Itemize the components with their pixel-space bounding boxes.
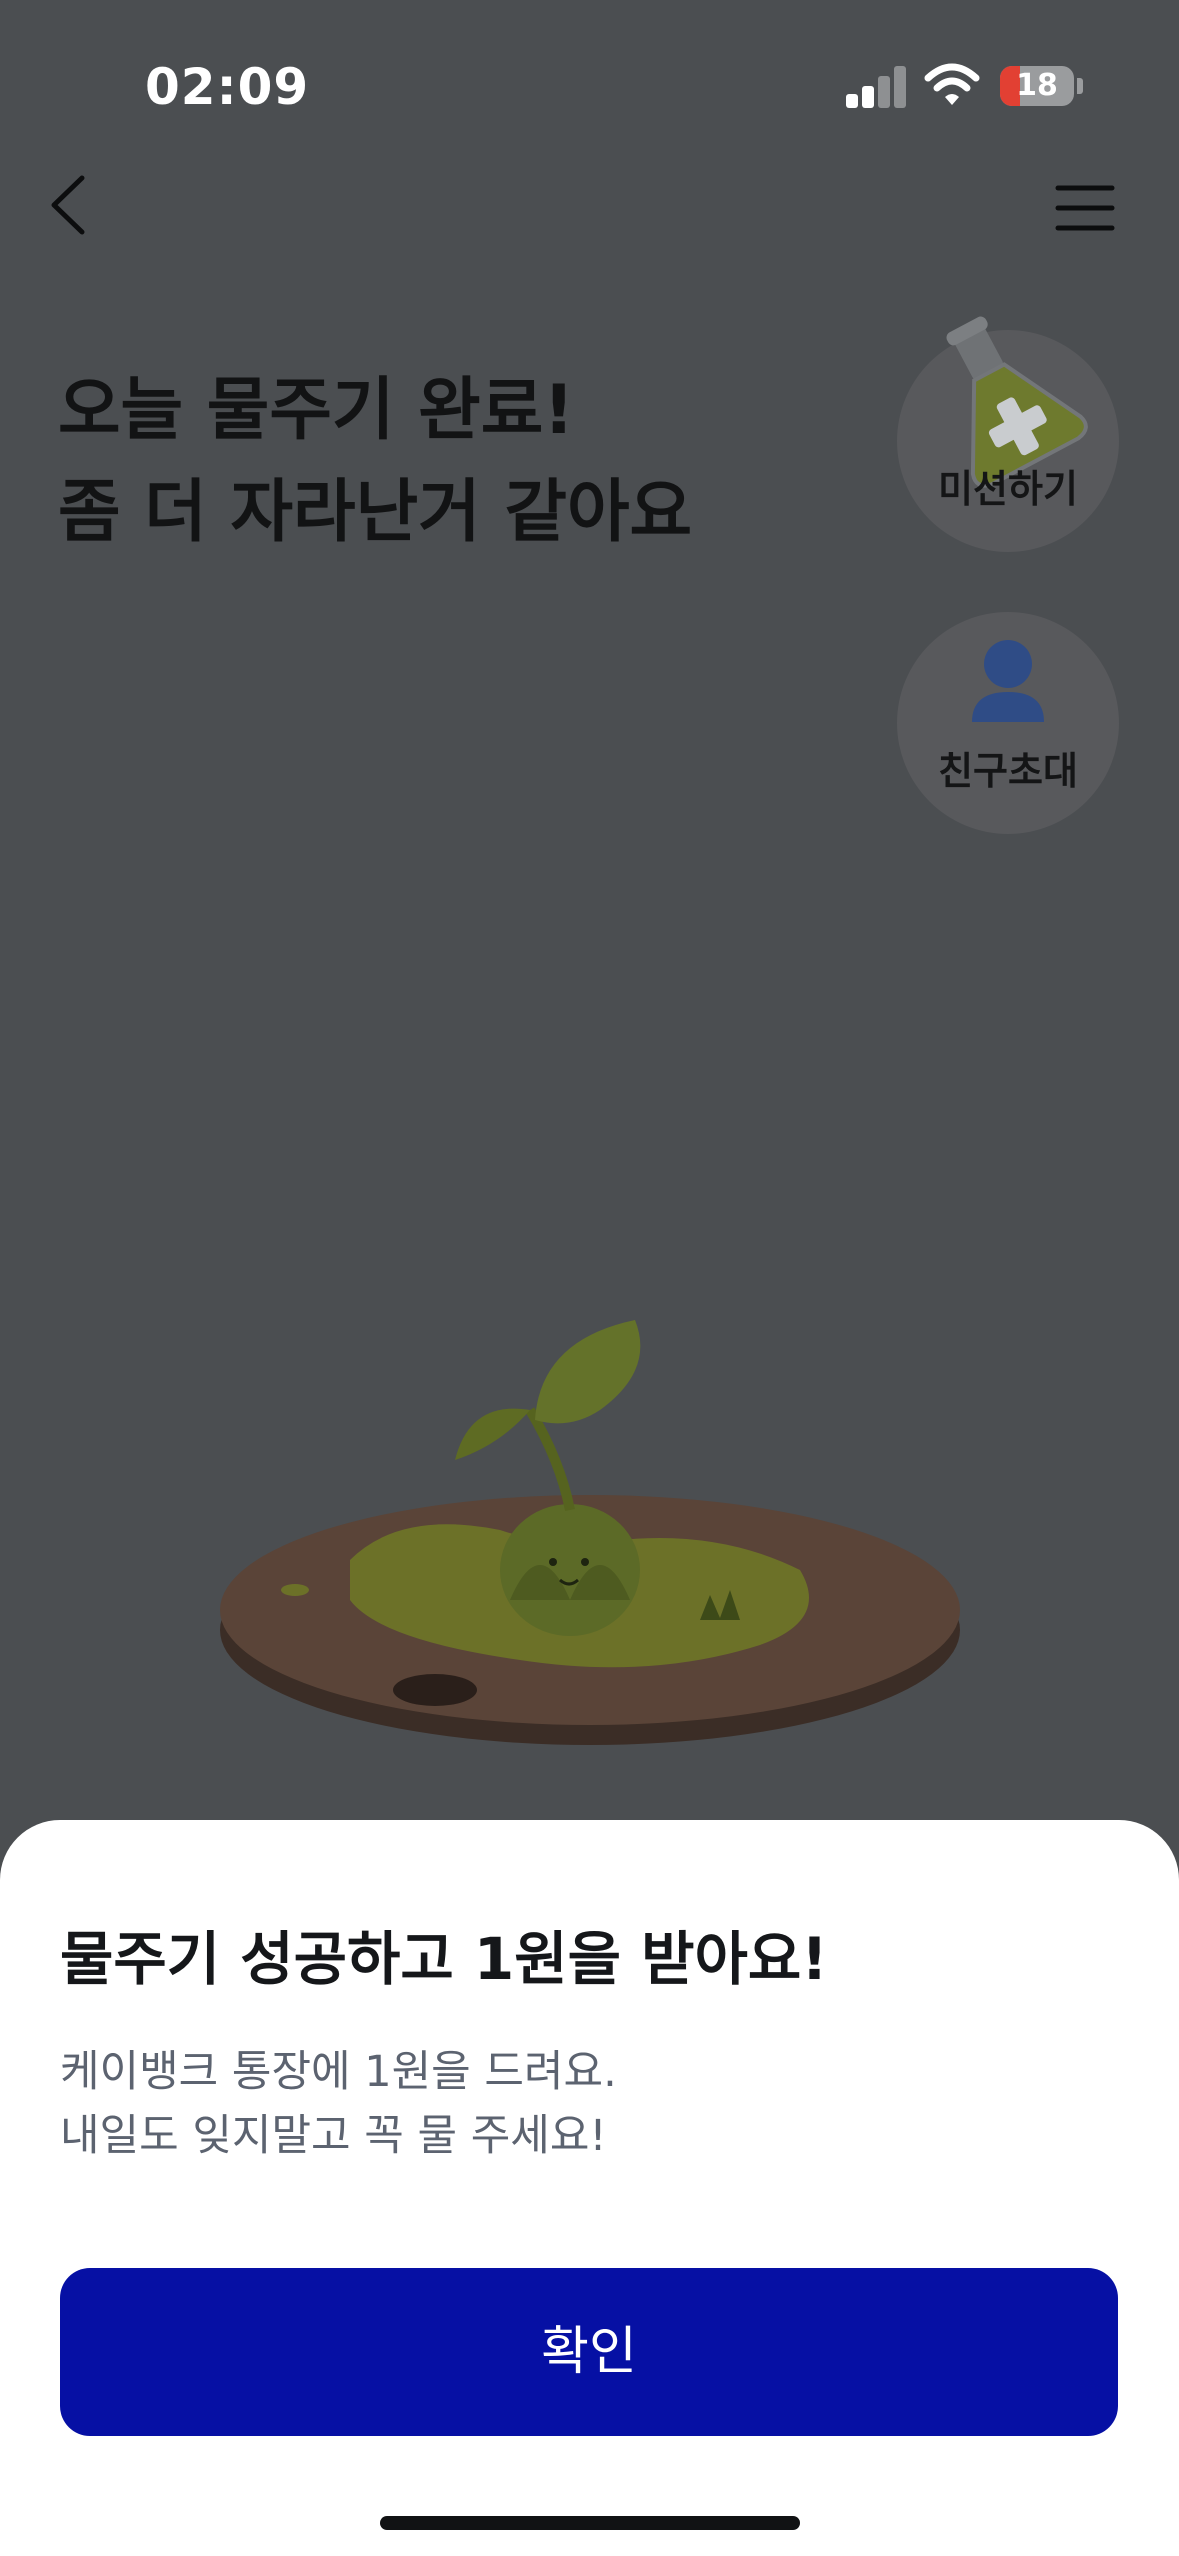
battery-level: 18: [1016, 68, 1058, 103]
invite-label: 친구초대: [938, 749, 1078, 793]
person-icon: [972, 640, 1044, 722]
sheet-title: 물주기 성공하고 1원을 받아요!: [60, 1925, 828, 1993]
wifi-icon: [924, 63, 980, 105]
back-button[interactable]: [40, 170, 100, 240]
sheet-desc-line-1: 케이뱅크 통장에 1원을 드려요.: [60, 2047, 617, 2097]
invite-friend-button[interactable]: 친구초대: [897, 612, 1119, 834]
headline-line-1: 오늘 물주기 완료!: [58, 371, 575, 450]
mission-label: 미션하기: [938, 467, 1078, 511]
cellular-signal-icon: [846, 66, 906, 108]
sheet-desc-line-2: 내일도 잊지말고 꼭 물 주세요!: [60, 2111, 607, 2161]
sprout-illustration: [220, 1320, 960, 1745]
sheet-description: 케이뱅크 통장에 1원을 드려요. 내일도 잊지말고 꼭 물 주세요!: [60, 2040, 617, 2168]
battery-icon: 18: [1000, 66, 1074, 106]
battery-cap: [1077, 78, 1083, 94]
page-headline: 오늘 물주기 완료! 좀 더 자라난거 같아요: [58, 360, 692, 564]
status-bar: 02:09 18: [0, 0, 1179, 170]
status-time: 02:09: [145, 58, 310, 116]
hamburger-menu-icon: [1055, 185, 1115, 231]
confirm-button[interactable]: 확인: [60, 2268, 1118, 2436]
headline-line-2: 좀 더 자라난거 같아요: [58, 473, 693, 552]
chevron-left-icon: [51, 175, 85, 235]
home-indicator: [380, 2516, 800, 2530]
mission-button[interactable]: 미션하기: [897, 316, 1119, 552]
menu-button[interactable]: [1050, 178, 1120, 238]
